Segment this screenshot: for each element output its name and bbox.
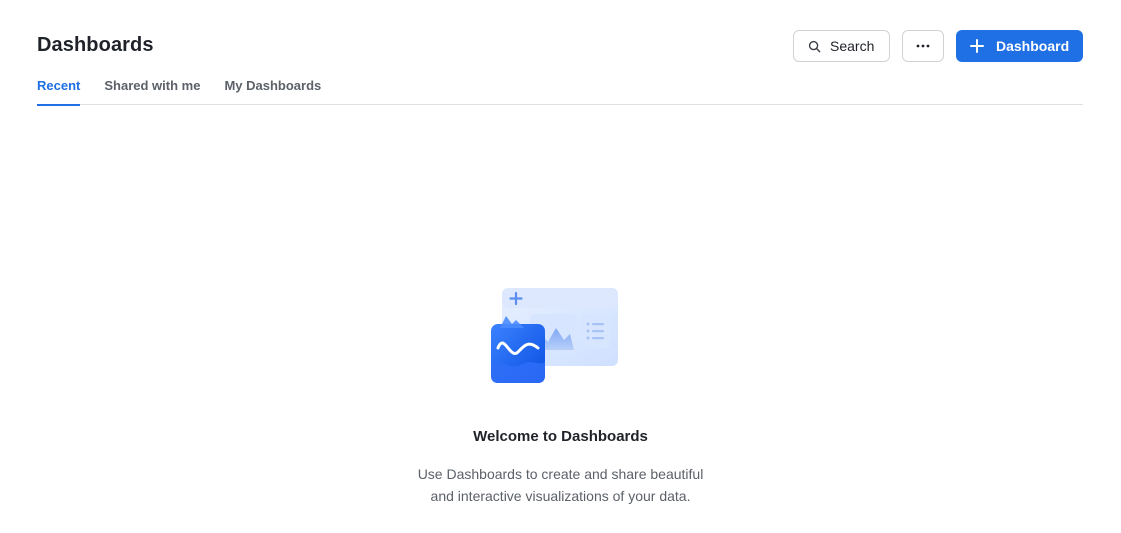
tab-recent[interactable]: Recent (37, 76, 81, 106)
new-dashboard-button[interactable]: Dashboard (956, 30, 1083, 62)
more-horizontal-icon (916, 44, 930, 48)
tab-my-dashboards[interactable]: My Dashboards (224, 76, 321, 105)
empty-state-title: Welcome to Dashboards (473, 428, 648, 445)
page-title: Dashboards (37, 34, 154, 56)
dashboards-page: Dashboards Search Dashboard Recent Share… (0, 0, 1121, 533)
tab-shared-with-me[interactable]: Shared with me (104, 76, 200, 105)
empty-state-description: Use Dashboards to create and share beaut… (417, 466, 704, 504)
new-dashboard-label: Dashboard (996, 38, 1070, 54)
more-options-button[interactable] (902, 30, 944, 62)
dashboard-illustration (490, 284, 620, 384)
search-icon (808, 40, 821, 53)
header-actions: Search Dashboard (793, 30, 1083, 62)
tab-bar: Recent Shared with me My Dashboards (37, 76, 1083, 106)
page-header: Dashboards Search Dashboard (37, 30, 1083, 62)
plus-icon (970, 39, 984, 53)
search-button-label: Search (830, 38, 875, 54)
search-button[interactable]: Search (793, 30, 890, 62)
